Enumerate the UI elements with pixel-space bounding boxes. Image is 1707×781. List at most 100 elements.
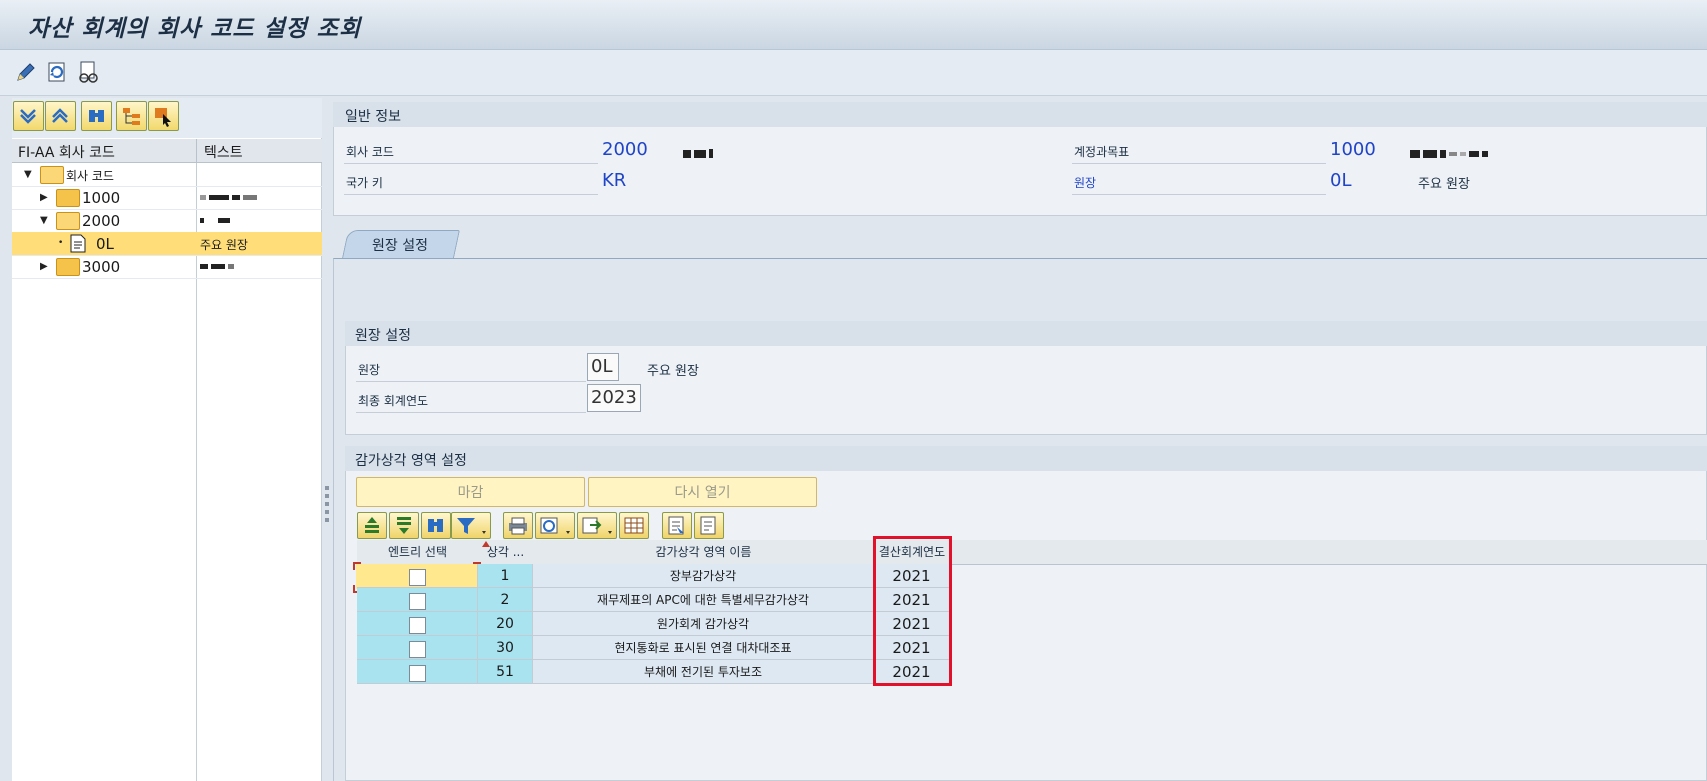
find-icon[interactable] [421,512,451,539]
tree-node-text: 주요 원장 [200,238,248,252]
tree-structure-icon[interactable] [116,101,147,131]
panel-splitter[interactable] [322,98,332,781]
table-row-select[interactable] [357,660,478,684]
highlight-box [873,536,952,686]
expand-arrow-icon[interactable]: ▶ [40,192,48,203]
depr-area-name-cell: 부채에 전기된 투자보조 [533,660,874,684]
select-icon[interactable] [148,101,179,131]
col-empty [950,540,1707,565]
title-bar: 자산 회계의 회사 코드 설정 조회 [0,0,1707,50]
entry-checkbox[interactable] [409,617,426,634]
country-label: 국가 키 [346,176,383,190]
table-row-select[interactable] [357,612,478,636]
sort-descending-icon[interactable] [389,512,419,539]
redacted-text [200,213,233,227]
tab-ledger-settings-label: 원장 설정 [372,238,428,254]
collapse-arrow-icon[interactable]: ▼ [24,169,32,180]
table-row-select[interactable] [357,564,478,588]
document-icon [70,234,86,253]
collapse-all-icon[interactable] [45,101,76,131]
views-icon[interactable] [535,512,575,539]
tree-toolbar [12,98,322,138]
table-row-select[interactable] [357,636,478,660]
depr-area-cell: 1 [478,564,533,588]
export-icon[interactable] [577,512,617,539]
ledger-field-label: 원장 [358,363,381,377]
reopen-button[interactable]: 다시 열기 [588,477,817,507]
expand-all-icon[interactable] [13,101,44,131]
tree-node-label: 0L [96,235,114,253]
tree-col-company[interactable]: FI-AA 회사 코드 [18,142,115,162]
entry-checkbox[interactable] [409,569,426,586]
sort-ascending-icon[interactable] [357,512,387,539]
print-icon[interactable] [503,512,533,539]
depr-area-name-cell: 재무제표의 APC에 대한 특별세무감가상각 [533,588,874,612]
col-depr-area-name[interactable]: 감가상각 영역 이름 [533,540,875,565]
ledger-value: 0L [1330,170,1352,191]
tree-node-company-codes[interactable]: ▼ 회사 코드 [12,163,322,187]
depr-area-title: 감가상각 영역 설정 [355,453,467,469]
depr-area-header: 감가상각 영역 설정 [345,446,1707,471]
coa-value: 1000 [1330,139,1376,160]
entry-checkbox[interactable] [409,641,426,658]
ledger-label[interactable]: 원장 [1074,174,1096,191]
tree-node-label: 3000 [82,258,121,276]
last-fiscal-year-field[interactable]: 2023 [587,384,641,412]
window-title: 자산 회계의 회사 코드 설정 조회 [28,16,362,42]
collapse-arrow-icon[interactable]: ▼ [40,215,48,226]
company-code-value: 2000 [602,139,648,160]
general-info-title: 일반 정보 [345,109,401,125]
redacted-text [200,190,260,204]
redacted-company-name [683,146,716,161]
redacted-text [200,259,237,273]
tree-col-text[interactable]: 텍스트 [204,142,243,162]
country-value: KR [602,170,627,191]
ledger-text: 주요 원장 [1418,177,1470,192]
tree-node-1000[interactable]: ▶ 1000 [12,186,322,210]
col-entry-select[interactable]: 엔트리 선택 [357,540,479,565]
last-fiscal-year-label: 최종 회계연도 [358,394,429,408]
tree-node-2000[interactable]: ▼ 2000 [12,209,322,233]
depr-area-cell: 51 [478,660,533,684]
tree-node-0l[interactable]: • 0L 주요 원장 [12,232,322,256]
layout-grid-icon[interactable] [619,512,649,539]
ledger-field-text: 주요 원장 [647,364,699,379]
redacted-coa-name [1410,146,1491,161]
pencil-icon[interactable] [14,60,38,84]
glasses-icon[interactable] [76,60,100,84]
depr-area-name-cell: 현지통화로 표시된 연결 대차대조표 [533,636,874,660]
open-folder-icon [40,166,64,184]
folder-icon [56,258,80,276]
coa-label: 계정과목표 [1074,145,1130,159]
general-info-header: 일반 정보 [333,102,1707,127]
close-button[interactable]: 마감 [356,477,585,507]
tree-node-label: 1000 [82,189,121,207]
details-icon[interactable] [662,512,692,539]
document-icon[interactable] [694,512,724,539]
company-code-label: 회사 코드 [346,145,394,159]
ledger-field[interactable]: 0L [587,353,619,381]
depr-area-cell: 30 [478,636,533,660]
depr-area-cell: 20 [478,612,533,636]
ledger-settings-header: 원장 설정 [345,321,1707,346]
depr-area-name-cell: 원가회계 감가상각 [533,612,874,636]
entry-checkbox[interactable] [409,593,426,610]
folder-icon [56,189,80,207]
refresh-icon[interactable] [44,60,68,84]
application-toolbar [0,50,1707,96]
tree-node-label: 회사 코드 [66,169,114,183]
tree-node-label: 2000 [82,212,121,230]
find-icon[interactable] [81,101,112,131]
table-row-select[interactable] [357,588,478,612]
tree-header: FI-AA 회사 코드 텍스트 [12,139,322,163]
depr-area-cell: 2 [478,588,533,612]
tree-node-3000[interactable]: ▶ 3000 [12,255,322,279]
expand-arrow-icon[interactable]: ▶ [40,261,48,272]
depr-area-name-cell: 장부감가상각 [533,564,874,588]
ledger-settings-title: 원장 설정 [355,328,411,344]
filter-icon[interactable] [451,512,491,539]
open-folder-icon [56,212,80,230]
entry-checkbox[interactable] [409,665,426,682]
leaf-dot: • [58,238,64,248]
sort-indicator-icon [482,541,490,547]
